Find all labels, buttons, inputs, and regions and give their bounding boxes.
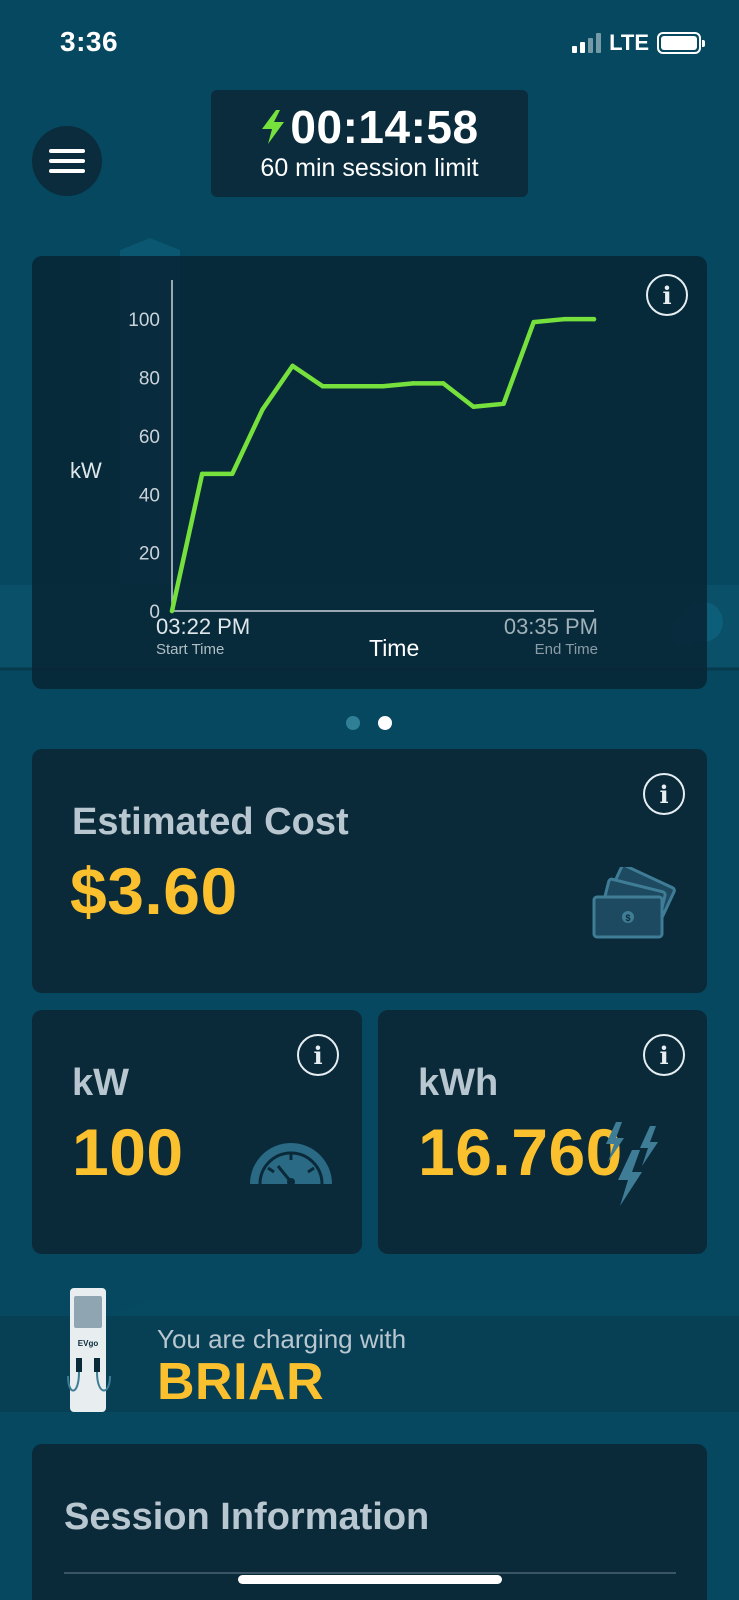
data-point <box>380 384 386 389</box>
charger-station-icon: EVgo <box>67 1288 111 1412</box>
data-point <box>350 384 356 389</box>
session-timer: 00:14:58 60 min session limit <box>211 90 528 197</box>
battery-icon <box>657 32 705 54</box>
network-label: LTE <box>609 30 649 55</box>
charging-with-label: You are charging with <box>157 1324 407 1354</box>
signal-icon <box>572 33 602 53</box>
menu-button[interactable] <box>32 126 102 196</box>
lightning-icon <box>606 1122 658 1206</box>
hamburger-icon-line <box>49 169 85 173</box>
power-chart: 020406080100kWTime03:22 PMStart Time03:3… <box>70 280 598 661</box>
data-point <box>230 471 235 477</box>
data-point <box>441 381 446 386</box>
power-chart-card[interactable]: 0 20 40 60 80 100 kW Time 03:22 PM Start Time 03:3… <box>32 256 707 689</box>
x-end-label: 03:35 PM <box>504 614 598 639</box>
chart-pager[interactable] <box>346 716 392 730</box>
energy-value: 16.760 <box>418 1115 623 1189</box>
y-tick-label: 80 <box>139 369 160 390</box>
x-axis-label: Time <box>369 635 419 661</box>
session-title: Session Information <box>64 1496 430 1538</box>
power-card: kW 100 i <box>32 1010 362 1254</box>
energy-label: kWh <box>418 1062 499 1104</box>
chart-info-icon[interactable]: i <box>646 274 688 316</box>
estimated-cost-card: Estimated Cost $3.60 i $ <box>32 749 707 993</box>
y-tick-label: 100 <box>128 310 160 331</box>
y-tick-label: 40 <box>139 485 160 506</box>
data-point <box>531 319 536 325</box>
power-series-line <box>169 316 597 614</box>
x-start-caption: Start Time <box>156 641 224 658</box>
gauge-icon <box>250 1143 332 1186</box>
x-end-caption: End Time <box>535 641 598 658</box>
money-icon: $ <box>592 867 676 939</box>
data-point <box>471 404 476 409</box>
charging-screen: 3:36 LTE 00:14:58 60 min session limit 0… <box>0 0 739 1600</box>
cost-label: Estimated Cost <box>72 801 349 843</box>
y-tick-label: 60 <box>139 427 160 448</box>
pager-dot-active[interactable] <box>378 716 392 730</box>
timer-elapsed: 00:14:58 <box>290 101 479 153</box>
power-value: 100 <box>72 1115 184 1189</box>
data-point <box>501 401 506 407</box>
y-axis-label: kW <box>70 458 102 483</box>
hamburger-icon-line <box>49 159 85 163</box>
data-point <box>290 363 295 369</box>
hamburger-icon-line <box>49 149 85 153</box>
power-info-icon[interactable]: i <box>297 1034 339 1076</box>
divider <box>64 1572 676 1574</box>
status-indicators: LTE <box>572 30 705 56</box>
cost-info-icon[interactable]: i <box>643 773 685 815</box>
lightning-bolt-icon <box>262 110 285 144</box>
energy-info-icon[interactable]: i <box>643 1034 685 1076</box>
data-point <box>199 471 205 477</box>
x-start-label: 03:22 PM <box>156 614 250 639</box>
data-point <box>591 316 597 322</box>
data-point <box>260 407 265 412</box>
data-point <box>320 384 325 389</box>
power-label: kW <box>72 1062 129 1104</box>
cost-value: $3.60 <box>70 854 238 928</box>
home-indicator[interactable] <box>238 1575 502 1584</box>
svg-text:$: $ <box>625 913 630 923</box>
data-point <box>410 381 416 386</box>
status-time: 3:36 <box>60 26 119 57</box>
charger-logo: EVgo <box>78 1339 99 1348</box>
pager-dot[interactable] <box>346 716 360 730</box>
data-point <box>169 608 175 614</box>
y-tick-label: 20 <box>139 544 160 565</box>
energy-card: kWh 16.760 i <box>378 1010 707 1254</box>
data-point <box>561 316 567 322</box>
timer-limit: 60 min session limit <box>260 154 479 182</box>
charger-name: BRIAR <box>157 1353 325 1411</box>
